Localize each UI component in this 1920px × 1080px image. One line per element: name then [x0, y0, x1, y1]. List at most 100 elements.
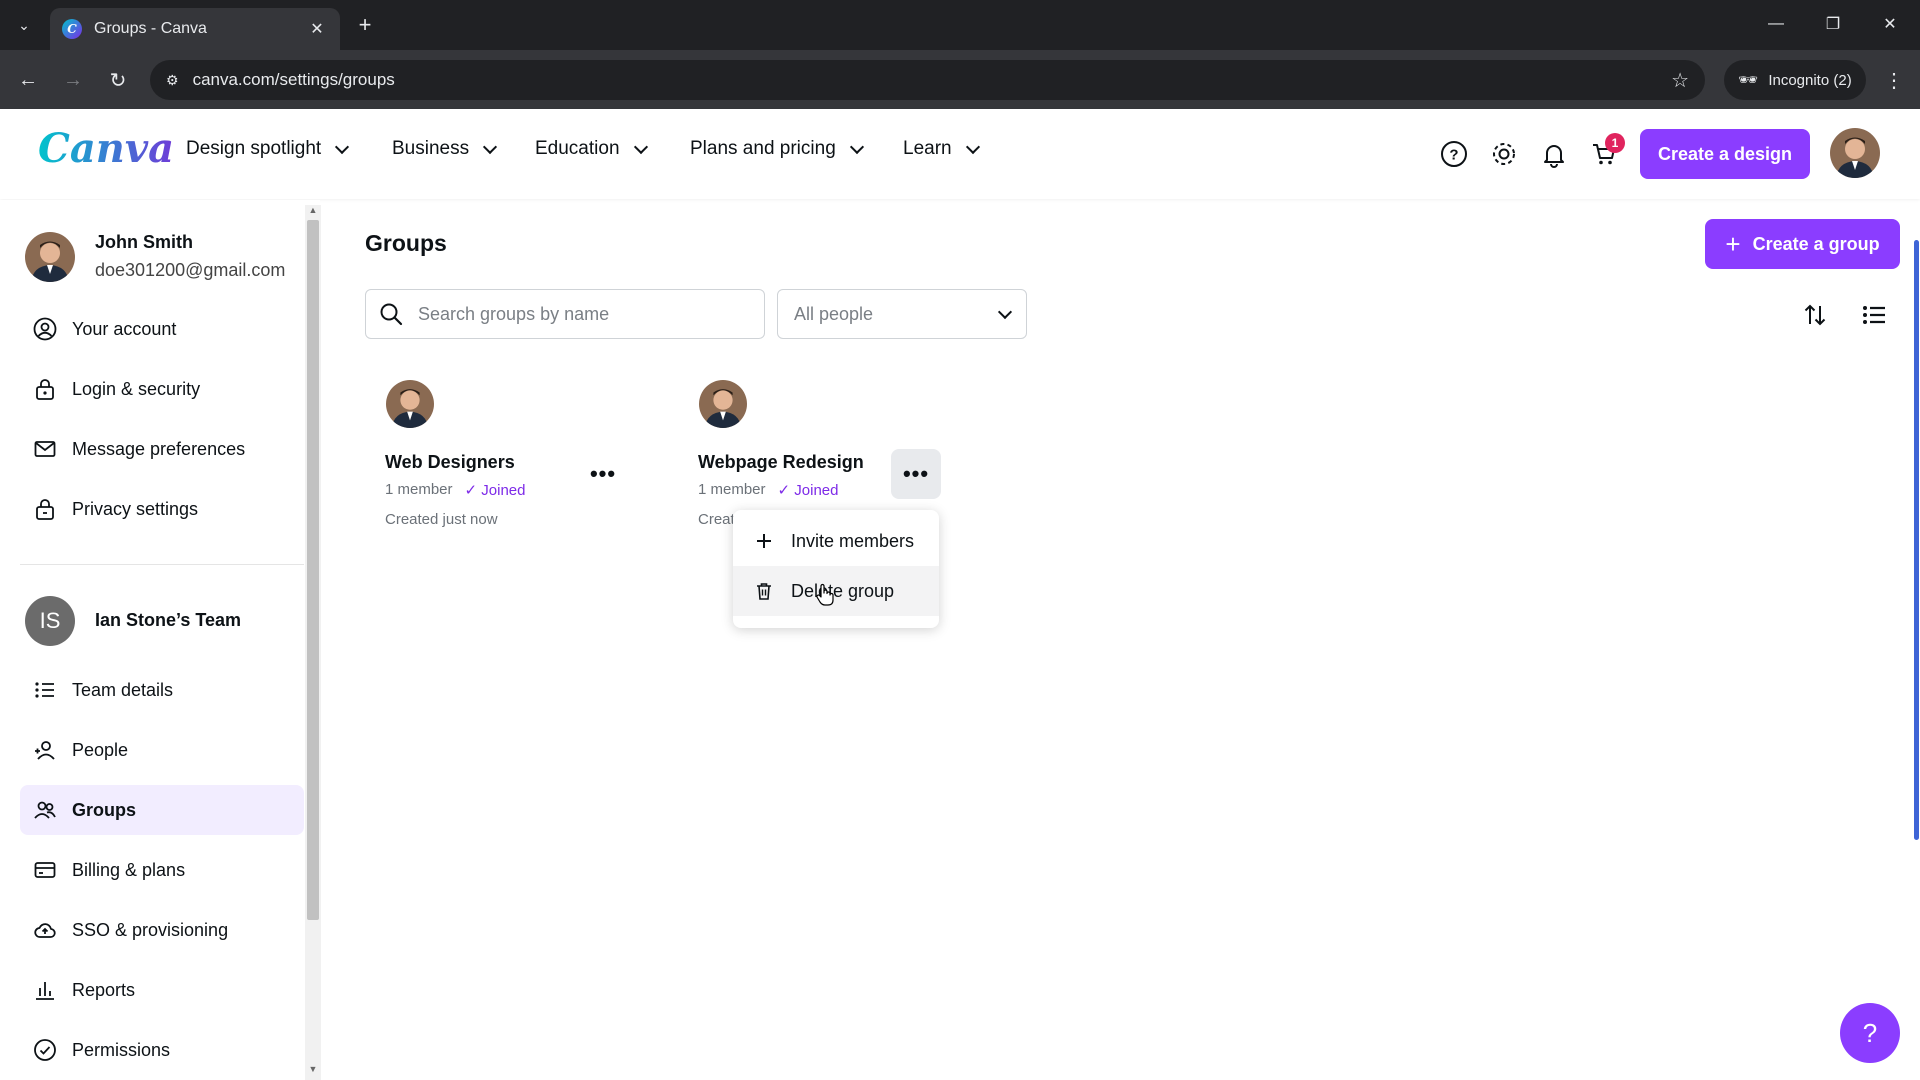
- nav-education[interactable]: Education: [535, 138, 648, 160]
- sidebar-item-billing-plans[interactable]: Billing & plans: [20, 845, 304, 895]
- search-icon: [378, 301, 404, 327]
- sidebar-item-reports[interactable]: Reports: [20, 965, 304, 1015]
- chevron-down-icon: [965, 139, 980, 154]
- people-filter-value: All people: [794, 303, 874, 324]
- tab-search-icon[interactable]: ⌄: [10, 12, 38, 38]
- tab-close-icon[interactable]: ✕: [306, 19, 328, 39]
- chevron-down-icon: [335, 139, 350, 154]
- svg-text:?: ?: [1449, 147, 1458, 164]
- group-name[interactable]: Webpage Redesign: [698, 452, 864, 473]
- create-a-group-button[interactable]: + Create a group: [1705, 219, 1900, 269]
- notifications-bell-icon[interactable]: [1538, 138, 1570, 170]
- group-avatar: [386, 380, 434, 428]
- sidebar-item-label: Team details: [72, 679, 174, 700]
- group-avatar: [699, 380, 747, 428]
- sidebar-item-groups[interactable]: Groups: [20, 785, 304, 835]
- sidebar-item-people[interactable]: People: [20, 725, 304, 775]
- privacy-lock-icon: [32, 496, 58, 522]
- invite-members-menu-item[interactable]: Invite members: [733, 516, 939, 566]
- group-more-options-icon[interactable]: •••: [578, 449, 628, 499]
- sidebar-item-team-details[interactable]: Team details: [20, 665, 304, 715]
- lock-icon: [32, 376, 58, 402]
- address-bar[interactable]: ⚙ canva.com/settings/groups ☆: [150, 60, 1705, 100]
- sidebar-item-label: Your account: [72, 318, 177, 339]
- help-chat-button[interactable]: ?: [1840, 1003, 1900, 1063]
- sidebar-item-privacy-settings[interactable]: Privacy settings: [20, 484, 304, 534]
- create-a-design-button[interactable]: Create a design: [1640, 129, 1810, 179]
- group-name[interactable]: Web Designers: [385, 452, 515, 473]
- sidebar-item-label: Login & security: [72, 378, 201, 399]
- sidebar-item-label: Message preferences: [72, 438, 246, 459]
- minimize-icon[interactable]: —: [1756, 10, 1796, 38]
- groups-icon: [32, 797, 58, 823]
- credit-card-icon: [32, 857, 58, 883]
- reload-icon[interactable]: ↻: [102, 64, 134, 96]
- main-scrollbar[interactable]: [1914, 240, 1919, 840]
- menu-item-label: Delete group: [791, 580, 895, 601]
- user-avatar: [25, 232, 75, 282]
- create-group-label: Create a group: [1752, 233, 1880, 254]
- sidebar-item-login-security[interactable]: Login & security: [20, 364, 304, 414]
- nav-label: Learn: [903, 138, 952, 159]
- sort-icon[interactable]: [1798, 298, 1832, 332]
- group-more-options-icon[interactable]: •••: [891, 449, 941, 499]
- group-options-menu: Invite members Delete group: [733, 510, 939, 628]
- page-title: Groups: [365, 230, 447, 256]
- browser-menu-icon[interactable]: ⋮: [1880, 64, 1908, 96]
- sidebar-scroll-thumb[interactable]: [307, 220, 319, 920]
- nav-learn[interactable]: Learn: [903, 138, 980, 160]
- incognito-label: Incognito (2): [1768, 71, 1852, 89]
- restore-icon[interactable]: ❐: [1813, 10, 1853, 38]
- nav-design-spotlight[interactable]: Design spotlight: [186, 138, 350, 160]
- window-close-icon[interactable]: ✕: [1870, 10, 1910, 38]
- bookmark-star-icon[interactable]: ☆: [1671, 68, 1689, 93]
- help-icon[interactable]: ?: [1438, 138, 1470, 170]
- cart-count-badge: 1: [1605, 133, 1625, 153]
- group-created: Created just now: [385, 511, 498, 528]
- list-view-icon[interactable]: [1857, 298, 1891, 332]
- new-tab-icon[interactable]: +: [352, 12, 378, 38]
- site-info-icon[interactable]: ⚙: [166, 72, 179, 89]
- forward-icon[interactable]: →: [57, 64, 89, 96]
- group-member-count: 1 member: [698, 481, 766, 498]
- settings-gear-icon[interactable]: [1488, 138, 1520, 170]
- incognito-icon: 🕶: [1738, 72, 1759, 89]
- group-member-count: 1 member: [385, 481, 453, 498]
- chevron-down-icon: [633, 139, 648, 154]
- user-email: doe301200@gmail.com: [95, 260, 286, 280]
- profile-avatar[interactable]: [1830, 128, 1880, 178]
- trash-icon: [755, 582, 773, 600]
- sidebar-divider: [20, 564, 304, 565]
- chevron-down-icon: [849, 139, 864, 154]
- envelope-icon: [32, 436, 58, 462]
- group-meta: 1 member ✓ Joined: [698, 481, 838, 499]
- sidebar-item-your-account[interactable]: Your account: [20, 304, 304, 354]
- sidebar-item-sso-provisioning[interactable]: SSO & provisioning: [20, 905, 304, 955]
- nav-label: Design spotlight: [186, 138, 322, 159]
- chevron-down-icon: [483, 139, 498, 154]
- group-created: Creat: [698, 511, 735, 528]
- list-icon: [32, 677, 58, 703]
- sidebar-item-label: Privacy settings: [72, 498, 199, 519]
- delete-group-menu-item[interactable]: Delete group: [733, 566, 939, 616]
- incognito-profile-button[interactable]: 🕶 Incognito (2): [1724, 60, 1866, 100]
- search-groups-field[interactable]: [365, 289, 765, 339]
- search-input[interactable]: [418, 303, 752, 325]
- sidebar-item-label: Groups: [72, 799, 137, 820]
- canva-favicon-icon: C: [62, 19, 82, 39]
- nav-plans-and-pricing[interactable]: Plans and pricing: [690, 138, 864, 160]
- scroll-down-arrow-icon[interactable]: ▼: [307, 1064, 319, 1074]
- canva-logo[interactable]: Canva: [38, 125, 174, 172]
- sidebar-item-permissions[interactable]: Permissions: [20, 1025, 304, 1075]
- sidebar-item-message-preferences[interactable]: Message preferences: [20, 424, 304, 474]
- sidebar-item-label: Billing & plans: [72, 859, 186, 880]
- url-text[interactable]: canva.com/settings/groups: [193, 70, 1672, 90]
- browser-tab[interactable]: C Groups - Canva ✕: [50, 8, 340, 50]
- nav-business[interactable]: Business: [392, 138, 498, 160]
- scroll-up-arrow-icon[interactable]: ▲: [307, 205, 319, 215]
- sidebar-item-label: Reports: [72, 979, 136, 1000]
- cloud-upload-icon: [32, 917, 58, 943]
- team-name: Ian Stone’s Team: [95, 610, 242, 630]
- back-icon[interactable]: ←: [12, 64, 44, 96]
- people-filter-dropdown[interactable]: All people: [777, 289, 1027, 339]
